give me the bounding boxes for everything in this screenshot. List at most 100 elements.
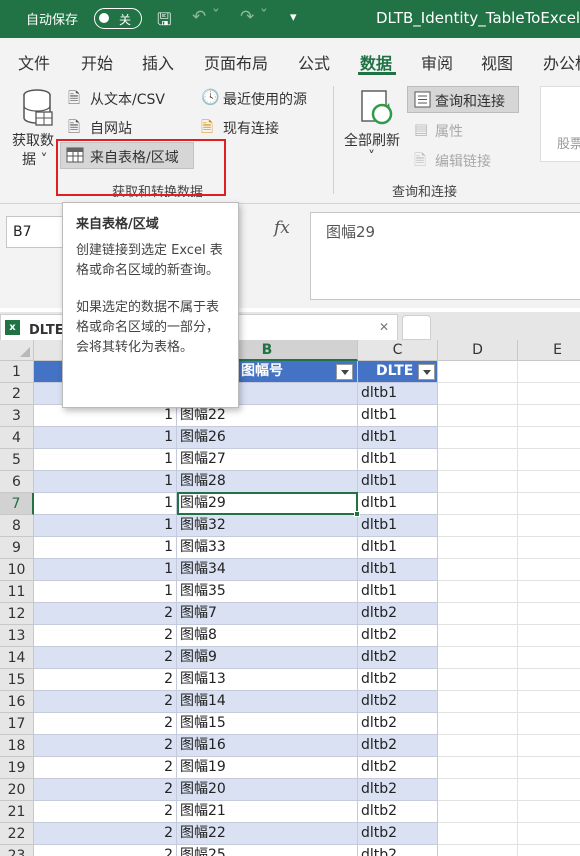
cell-b[interactable]: 图幅20	[177, 779, 358, 801]
cell-b[interactable]: 图幅35	[177, 581, 358, 603]
cell-d[interactable]	[438, 735, 518, 757]
cell-c[interactable]: dltb2	[358, 823, 438, 845]
cell-c[interactable]: dltb1	[358, 493, 438, 515]
row-header[interactable]: 13	[0, 625, 34, 647]
tab-page-layout[interactable]: 页面布局	[204, 50, 268, 74]
new-tab-button[interactable]	[402, 315, 431, 340]
cell-e[interactable]	[518, 427, 580, 449]
cell-d[interactable]	[438, 471, 518, 493]
cell-c[interactable]: dltb2	[358, 801, 438, 823]
from-web-button[interactable]: 自网站	[90, 118, 132, 138]
tab-data[interactable]: 数据	[360, 50, 392, 74]
cell-a[interactable]: 1	[34, 581, 177, 603]
cell-a[interactable]: 1	[34, 449, 177, 471]
cell-d[interactable]	[438, 449, 518, 471]
cell-a[interactable]: 2	[34, 625, 177, 647]
cell-b[interactable]: 图幅22	[177, 823, 358, 845]
cell-e[interactable]	[518, 823, 580, 845]
cell-d[interactable]	[438, 823, 518, 845]
cell-e[interactable]	[518, 383, 580, 405]
row-header[interactable]: 18	[0, 735, 34, 757]
recent-sources-button[interactable]: 最近使用的源	[223, 89, 307, 109]
cell-e[interactable]	[518, 471, 580, 493]
cell-a[interactable]: 2	[34, 801, 177, 823]
cell-a[interactable]: 1	[34, 515, 177, 537]
cell-c[interactable]: dltb2	[358, 669, 438, 691]
cell-c[interactable]: dltb1	[358, 537, 438, 559]
insert-function-icon[interactable]: fx	[274, 218, 290, 238]
row-header[interactable]: 12	[0, 603, 34, 625]
select-all-corner[interactable]	[0, 340, 34, 361]
cell-e[interactable]	[518, 845, 580, 856]
cell-c[interactable]: dltb2	[358, 691, 438, 713]
undo-icon[interactable]: ↶ ˇ	[192, 7, 220, 27]
cell-e[interactable]	[518, 669, 580, 691]
cell-b[interactable]: 图幅15	[177, 713, 358, 735]
cell-c[interactable]: dltb1	[358, 559, 438, 581]
cell-b[interactable]: 图幅8	[177, 625, 358, 647]
cell-a[interactable]: 1	[34, 427, 177, 449]
get-data-dropdown[interactable]: 据 ˅	[22, 149, 47, 169]
cell-c[interactable]: dltb1	[358, 405, 438, 427]
cell-e[interactable]	[518, 603, 580, 625]
tab-office-tools[interactable]: 办公标	[543, 50, 580, 74]
cell-b[interactable]: 图幅28	[177, 471, 358, 493]
cell-a[interactable]: 2	[34, 845, 177, 856]
cell-c[interactable]: dltb1	[358, 515, 438, 537]
tab-home[interactable]: 开始	[81, 50, 113, 74]
cell-e[interactable]	[518, 515, 580, 537]
formula-input[interactable]: 图幅29	[310, 212, 580, 300]
cell-a[interactable]: 2	[34, 823, 177, 845]
cell-e[interactable]	[518, 713, 580, 735]
cell-d[interactable]	[438, 757, 518, 779]
cell-e[interactable]	[518, 691, 580, 713]
cell-b[interactable]: 图幅27	[177, 449, 358, 471]
cell-b[interactable]: 图幅25	[177, 845, 358, 856]
autosave-toggle[interactable]: 关	[94, 8, 142, 29]
tab-file[interactable]: 文件	[18, 50, 50, 74]
cell-e[interactable]	[518, 757, 580, 779]
cell-e[interactable]	[518, 405, 580, 427]
cell-d[interactable]	[438, 845, 518, 856]
refresh-all-button[interactable]: 全部刷新	[344, 130, 400, 150]
cell-c[interactable]: dltb2	[358, 713, 438, 735]
cell-d[interactable]	[438, 603, 518, 625]
cell-c[interactable]: dltb2	[358, 647, 438, 669]
cell-c[interactable]: dltb1	[358, 427, 438, 449]
cell-d[interactable]	[438, 801, 518, 823]
cell-c[interactable]: dltb2	[358, 735, 438, 757]
cell-d[interactable]	[438, 405, 518, 427]
get-data-button[interactable]: 获取数	[12, 130, 54, 150]
cell-e[interactable]	[518, 625, 580, 647]
cell-a[interactable]: 1	[34, 471, 177, 493]
cell-b[interactable]: 图幅16	[177, 735, 358, 757]
properties-button[interactable]: 属性	[435, 121, 463, 141]
row-header[interactable]: 8	[0, 515, 34, 537]
refresh-all-dropdown[interactable]: ˅	[368, 149, 375, 165]
cell-a[interactable]: 1	[34, 559, 177, 581]
cell-d[interactable]	[438, 669, 518, 691]
cell-a[interactable]: 2	[34, 757, 177, 779]
cell-d[interactable]	[438, 559, 518, 581]
column-header-d[interactable]: D	[438, 340, 518, 361]
cell-a[interactable]: 2	[34, 647, 177, 669]
cell-d[interactable]	[438, 779, 518, 801]
row-header[interactable]: 1	[0, 361, 34, 383]
cell-d[interactable]	[438, 493, 518, 515]
filter-dropdown-icon[interactable]	[336, 364, 353, 380]
cell-c[interactable]: dltb2	[358, 625, 438, 647]
cell-d[interactable]	[438, 713, 518, 735]
cell-c[interactable]: dltb2	[358, 845, 438, 856]
cell-c[interactable]: dltb1	[358, 581, 438, 603]
cell-a[interactable]: 2	[34, 669, 177, 691]
existing-connections-button[interactable]: 现有连接	[223, 118, 279, 138]
row-header[interactable]: 9	[0, 537, 34, 559]
cell-c[interactable]: dltb1	[358, 383, 438, 405]
cell-c[interactable]: dltb1	[358, 471, 438, 493]
cell-b[interactable]: 图幅21	[177, 801, 358, 823]
row-header[interactable]: 23	[0, 845, 34, 856]
row-header[interactable]: 6	[0, 471, 34, 493]
tab-view[interactable]: 视图	[481, 50, 513, 74]
cell-b[interactable]: 图幅33	[177, 537, 358, 559]
row-header[interactable]: 2	[0, 383, 34, 405]
